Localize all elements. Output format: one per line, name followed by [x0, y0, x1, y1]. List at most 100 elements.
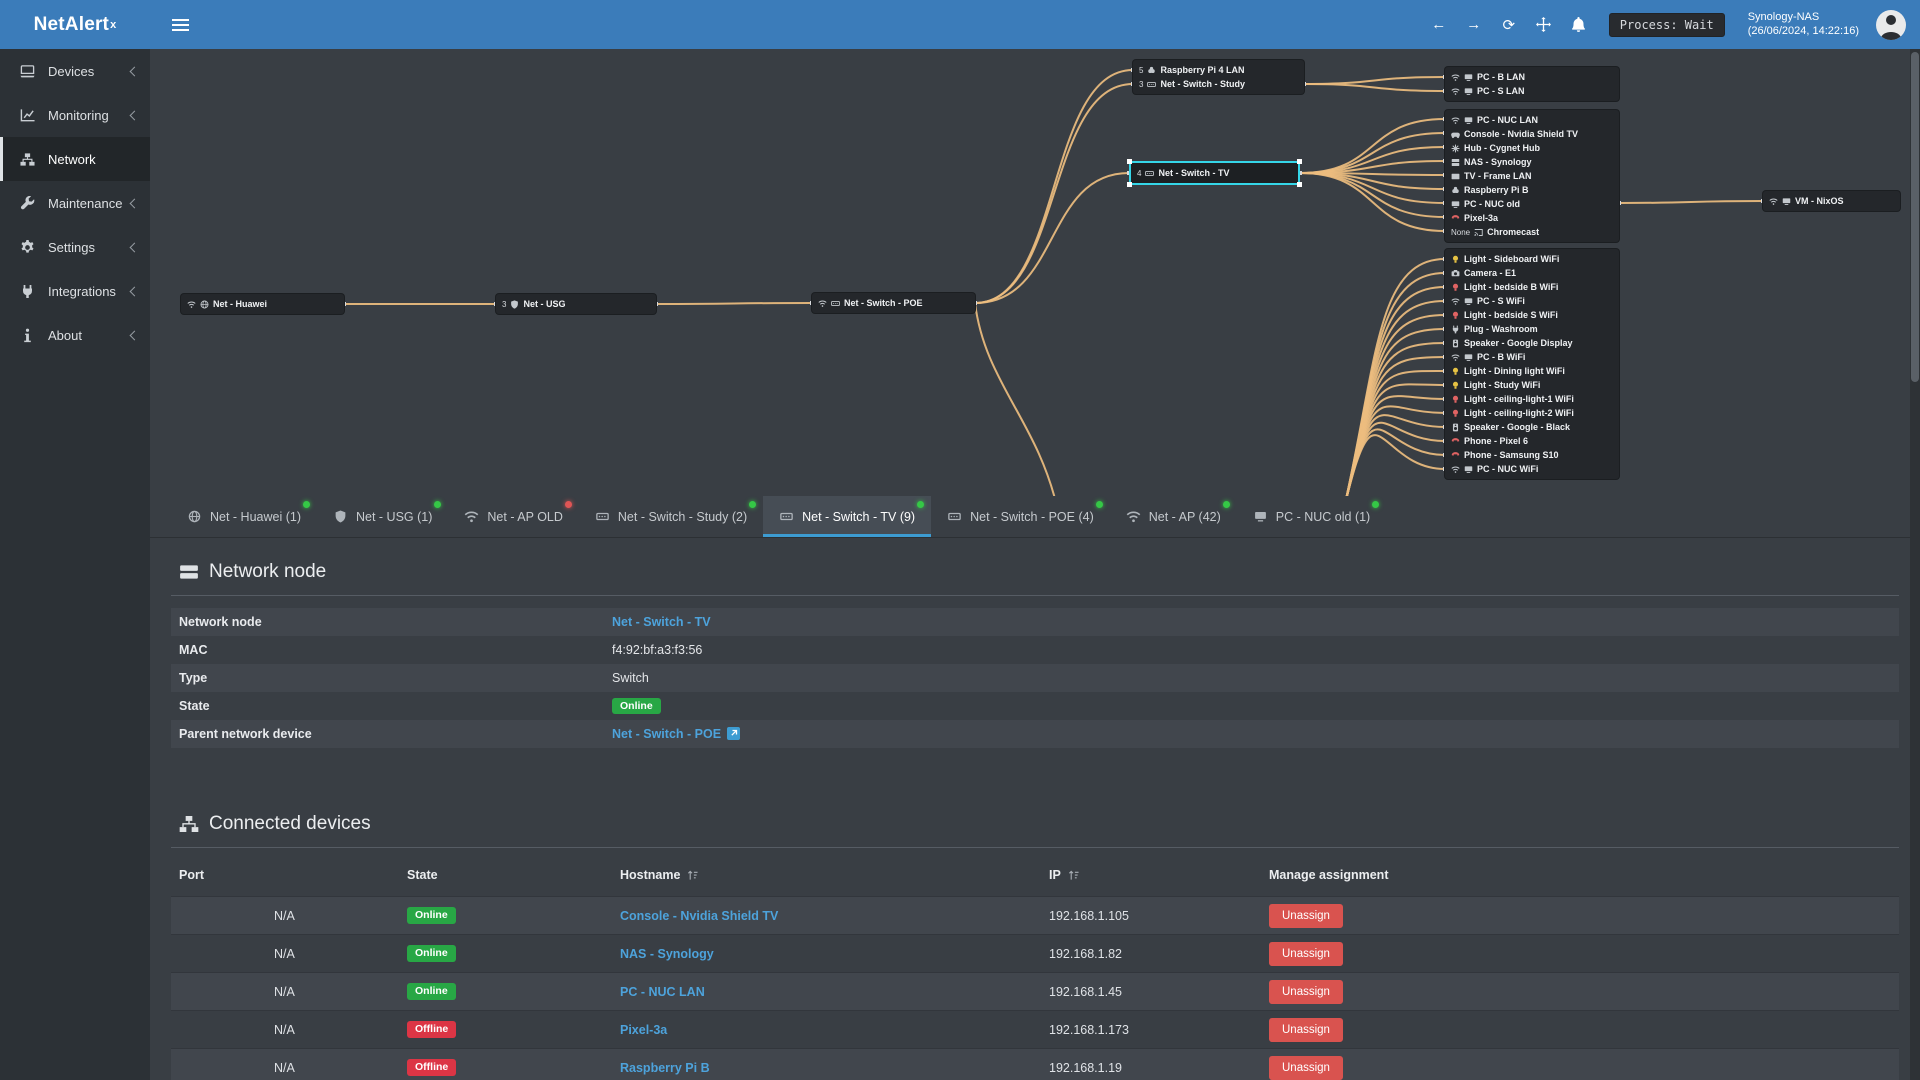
sort-icon[interactable] [687, 870, 698, 881]
sidebar-item-settings[interactable]: Settings [0, 225, 150, 269]
refresh-icon[interactable]: ⟳ [1500, 16, 1518, 34]
topo-device-vm-nixos[interactable]: VM - NixOS [1763, 194, 1900, 208]
topo-node-net-usg[interactable]: 3 Net - USG [496, 294, 656, 314]
sidebar-item-network[interactable]: Network [0, 137, 150, 181]
selection-handle[interactable] [1127, 182, 1132, 187]
pc-icon [1464, 116, 1473, 125]
topo-device-plug-washroom[interactable]: Plug - Washroom [1445, 322, 1619, 336]
device-label: VM - NixOS [1795, 196, 1844, 206]
tab-net-switch-tv-9[interactable]: Net - Switch - TV (9) [763, 496, 932, 537]
topo-device-phone-samsung-s10[interactable]: Phone - Samsung S10 [1445, 448, 1619, 462]
topo-device-net-switch-study[interactable]: 3 Net - Switch - Study [1133, 77, 1304, 91]
unassign-button[interactable]: Unassign [1269, 979, 1343, 1004]
topo-node-pi-study-cluster[interactable]: 5 Raspberry Pi 4 LAN 3 Net - Switch - Study [1133, 60, 1304, 94]
sort-icon[interactable] [1068, 870, 1079, 881]
hostname-link[interactable]: Raspberry Pi B [620, 1061, 710, 1075]
tab-net-ap-42[interactable]: Net - AP (42) [1110, 496, 1237, 537]
topo-device-phone-pixel-6[interactable]: Phone - Pixel 6 [1445, 434, 1619, 448]
external-link-icon[interactable] [727, 727, 741, 740]
topo-device-net-switch-tv[interactable]: 4 Net - Switch - TV [1131, 166, 1298, 180]
app-logo[interactable]: NetAlert x [0, 0, 150, 49]
hostname-link[interactable]: NAS - Synology [620, 947, 714, 961]
detail-value: Switch [612, 671, 649, 685]
topo-device-light-ceiling-light-1-wifi[interactable]: Light - ceiling-light-1 WiFi [1445, 392, 1619, 406]
sidebar-item-label: Monitoring [48, 107, 109, 123]
sidebar-item-maintenance[interactable]: Maintenance [0, 181, 150, 225]
tab-net-huawei-1[interactable]: Net - Huawei (1) [171, 496, 317, 537]
topo-device-speaker-google-display[interactable]: Speaker - Google Display [1445, 336, 1619, 350]
topo-device-pc-nuc-old[interactable]: PC - NUC old [1445, 197, 1619, 211]
topo-node-net-switch-poe[interactable]: Net - Switch - POE [812, 293, 975, 313]
nav-back-icon[interactable]: ← [1430, 16, 1448, 33]
bell-icon[interactable] [1570, 17, 1588, 32]
topo-device-pc-b-lan[interactable]: PC - B LAN [1445, 70, 1619, 84]
topo-device-tv-frame-lan[interactable]: TV - Frame LAN [1445, 169, 1619, 183]
unassign-button[interactable]: Unassign [1269, 903, 1343, 928]
sidebar-item-devices[interactable]: Devices [0, 49, 150, 93]
topo-device-pc-nuc-wifi[interactable]: PC - NUC WiFi [1445, 462, 1619, 476]
topo-device-raspberry-pi-b[interactable]: Raspberry Pi B [1445, 183, 1619, 197]
sidebar-item-about[interactable]: About [0, 313, 150, 357]
topo-device-pc-s-wifi[interactable]: PC - S WiFi [1445, 294, 1619, 308]
topo-device-console-nvidia-shield-tv[interactable]: Console - Nvidia Shield TV [1445, 127, 1619, 141]
device-label: Light - bedside S WiFi [1464, 310, 1558, 320]
topo-device-pc-nuc-lan[interactable]: PC - NUC LAN [1445, 113, 1619, 127]
topo-device-light-sideboard-wifi[interactable]: Light - Sideboard WiFi [1445, 252, 1619, 266]
selection-handle[interactable] [1127, 159, 1132, 164]
port-value: N/A [274, 908, 295, 923]
tab-pc-nuc-old-1[interactable]: PC - NUC old (1) [1237, 496, 1386, 537]
selection-handle[interactable] [1297, 159, 1302, 164]
topo-device-net-switch-poe[interactable]: Net - Switch - POE [812, 296, 975, 310]
app-title-sup: x [110, 18, 117, 31]
tab-net-switch-poe-4[interactable]: Net - Switch - POE (4) [931, 496, 1110, 537]
topo-device-pc-b-wifi[interactable]: PC - B WiFi [1445, 350, 1619, 364]
nav-forward-icon[interactable]: → [1465, 16, 1483, 33]
tab-net-switch-study-2[interactable]: Net - Switch - Study (2) [579, 496, 763, 537]
unassign-button[interactable]: Unassign [1269, 941, 1343, 966]
topo-node-wifi-devices-cluster[interactable]: Light - Sideboard WiFi Camera - E1 Light -… [1445, 249, 1619, 479]
topo-device-light-ceiling-light-2-wifi[interactable]: Light - ceiling-light-2 WiFi [1445, 406, 1619, 420]
scrollbar-thumb[interactable] [1911, 52, 1919, 382]
topo-device-hub-cygnet-hub[interactable]: Hub - Cygnet Hub [1445, 141, 1619, 155]
topo-device-chromecast[interactable]: None Chromecast [1445, 225, 1619, 239]
topo-device-raspberry-pi-4-lan[interactable]: 5 Raspberry Pi 4 LAN [1133, 63, 1304, 77]
topo-device-speaker-google-black[interactable]: Speaker - Google - Black [1445, 420, 1619, 434]
tab-label: Net - Switch - POE (4) [970, 509, 1094, 524]
sidebar-item-monitoring[interactable]: Monitoring [0, 93, 150, 137]
device-label: Phone - Samsung S10 [1464, 450, 1559, 460]
topo-device-light-dining-light-wifi[interactable]: Light - Dining light WiFi [1445, 364, 1619, 378]
topo-device-pc-s-lan[interactable]: PC - S LAN [1445, 84, 1619, 98]
avatar[interactable] [1876, 9, 1906, 40]
hostname-link[interactable]: PC - NUC LAN [620, 985, 705, 999]
topo-device-light-study-wifi[interactable]: Light - Study WiFi [1445, 378, 1619, 392]
network-topology-canvas[interactable]: Net - Huawei 3 Net - USG Net - Switch - POE… [150, 49, 1920, 496]
topo-node-tv-devices-cluster[interactable]: PC - NUC LAN Console - Nvidia Shield TV Hu… [1445, 110, 1619, 242]
menu-toggle-icon[interactable] [172, 18, 189, 31]
topo-device-pixel-3a[interactable]: Pixel-3a [1445, 211, 1619, 225]
unassign-button[interactable]: Unassign [1269, 1017, 1343, 1042]
topo-device-camera-e1[interactable]: Camera - E1 [1445, 266, 1619, 280]
wifi-icon [1451, 116, 1460, 125]
topo-device-nas-synology[interactable]: NAS - Synology [1445, 155, 1619, 169]
topo-device-net-usg[interactable]: 3 Net - USG [496, 297, 656, 311]
hostname-link[interactable]: Pixel-3a [620, 1023, 667, 1037]
topo-device-light-bedside-b-wifi[interactable]: Light - bedside B WiFi [1445, 280, 1619, 294]
tab-net-ap-old[interactable]: Net - AP OLD [448, 496, 579, 537]
topo-device-net-huawei[interactable]: Net - Huawei [181, 297, 344, 311]
sidebar-item-integrations[interactable]: Integrations [0, 269, 150, 313]
topo-node-net-switch-tv[interactable]: 4 Net - Switch - TV [1127, 159, 1302, 187]
page-scrollbar[interactable] [1910, 49, 1920, 1080]
device-label: NAS - Synology [1464, 157, 1532, 167]
topo-node-net-huawei[interactable]: Net - Huawei [181, 294, 344, 314]
unassign-button[interactable]: Unassign [1269, 1055, 1343, 1080]
topo-node-vm-nixos[interactable]: VM - NixOS [1763, 191, 1900, 211]
node-link[interactable]: Net - Switch - TV [612, 615, 711, 629]
selection-handle[interactable] [1297, 182, 1302, 187]
topo-device-light-bedside-s-wifi[interactable]: Light - bedside S WiFi [1445, 308, 1619, 322]
sidebar-item-label: Devices [48, 63, 95, 79]
hostname-link[interactable]: Console - Nvidia Shield TV [620, 909, 778, 923]
tab-net-usg-1[interactable]: Net - USG (1) [317, 496, 448, 537]
topo-node-pc-lan-cluster[interactable]: PC - B LAN PC - S LAN [1445, 67, 1619, 101]
pan-move-icon[interactable] [1535, 17, 1553, 32]
parent-node-link[interactable]: Net - Switch - POE [612, 727, 721, 741]
